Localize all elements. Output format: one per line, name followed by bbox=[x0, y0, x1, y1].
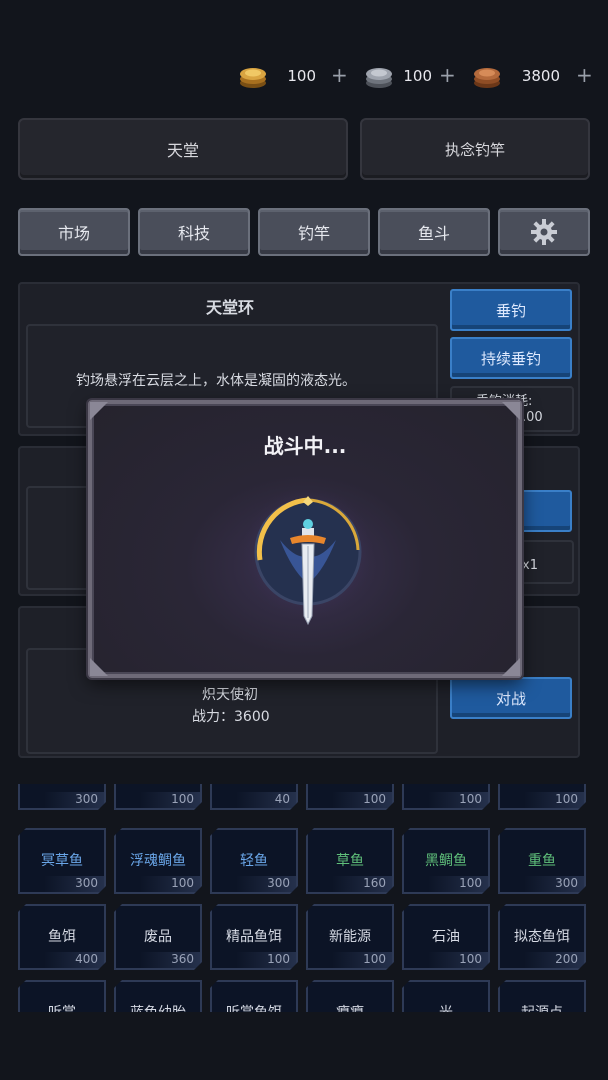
inventory-item[interactable]: 浮魂鲷鱼 100 bbox=[114, 828, 202, 894]
modal-corner-decoration bbox=[502, 658, 520, 676]
inventory-item[interactable]: 100 bbox=[306, 784, 394, 810]
nav-tech-button[interactable]: 科技 bbox=[138, 208, 250, 256]
inventory-item[interactable]: 起源点 bbox=[498, 980, 586, 1012]
location-button[interactable]: 天堂 bbox=[18, 118, 348, 180]
cast-button[interactable]: 垂钓 bbox=[450, 289, 572, 331]
inventory-item[interactable]: 重鱼 300 bbox=[498, 828, 586, 894]
currency-bronze: 3800 + bbox=[470, 58, 598, 94]
inventory-item[interactable]: 冥草鱼 300 bbox=[18, 828, 106, 894]
inventory-grid: 300 100 40 100 100 100 冥草鱼 300 浮魂鲷鱼 100 轻鱼… bbox=[18, 784, 590, 1012]
gear-icon bbox=[531, 219, 557, 245]
bronze-add-button[interactable]: + bbox=[576, 63, 593, 87]
fight-button[interactable]: 对战 bbox=[450, 677, 572, 719]
inventory-item[interactable]: 100 bbox=[114, 784, 202, 810]
cost-value: .00 bbox=[522, 410, 543, 425]
inventory-item[interactable]: 黑鲷鱼 100 bbox=[402, 828, 490, 894]
nav-tech-label: 科技 bbox=[177, 224, 210, 243]
inventory-item[interactable]: 瘪瘪 bbox=[306, 980, 394, 1012]
fishing-spot-title: 天堂环 bbox=[206, 298, 255, 317]
fight-label: 对战 bbox=[495, 689, 526, 708]
silver-add-button[interactable]: + bbox=[439, 63, 456, 87]
inventory-item[interactable]: 废品 360 bbox=[114, 904, 202, 970]
cast-label: 垂钓 bbox=[495, 301, 526, 320]
auto-cast-button[interactable]: 持续垂钓 bbox=[450, 337, 572, 379]
bronze-coin-icon bbox=[474, 68, 500, 88]
bronze-amount: 3800 bbox=[521, 67, 560, 85]
modal-corner-decoration bbox=[90, 402, 108, 420]
nav-market-button[interactable]: 市场 bbox=[18, 208, 130, 256]
settings-button[interactable] bbox=[498, 208, 590, 256]
inventory-item[interactable]: 拟态鱼饵 200 bbox=[498, 904, 586, 970]
nav-rod-label: 钓竿 bbox=[297, 224, 330, 243]
inventory-item[interactable]: 听赏鱼饵 bbox=[210, 980, 298, 1012]
rod-button[interactable]: 执念钓竿 bbox=[360, 118, 590, 180]
location-label: 天堂 bbox=[166, 141, 199, 160]
enemy-power: 战力：3600 bbox=[192, 709, 270, 725]
inventory-item[interactable]: 300 bbox=[18, 784, 106, 810]
inventory-item[interactable]: 40 bbox=[210, 784, 298, 810]
fishing-desc: 钓场悬浮在云层之上，水体是凝固的液态光。 bbox=[76, 373, 356, 389]
auto-cast-label: 持续垂钓 bbox=[480, 349, 541, 368]
inventory-item[interactable]: 光 bbox=[402, 980, 490, 1012]
inventory-item[interactable]: 轻鱼 300 bbox=[210, 828, 298, 894]
currency-gold: 100 + bbox=[236, 58, 351, 94]
gold-coin-icon bbox=[240, 68, 266, 88]
inventory-item[interactable]: 精品鱼饵 100 bbox=[210, 904, 298, 970]
inventory-item[interactable]: 石油 100 bbox=[402, 904, 490, 970]
inventory-item[interactable]: 草鱼 160 bbox=[306, 828, 394, 894]
bottom-area bbox=[0, 1012, 608, 1080]
inventory-item[interactable]: 听赏 bbox=[18, 980, 106, 1012]
inventory-item[interactable]: 蓝色幼胎 bbox=[114, 980, 202, 1012]
nav-fish-fight-button[interactable]: 鱼斗 bbox=[378, 208, 490, 256]
inventory-item[interactable]: 鱼饵 400 bbox=[18, 904, 106, 970]
nav-market-label: 市场 bbox=[57, 224, 90, 243]
battle-modal: 战斗中... bbox=[88, 400, 522, 678]
gold-add-button[interactable]: + bbox=[331, 63, 348, 87]
inventory-item[interactable]: 新能源 100 bbox=[306, 904, 394, 970]
silver-coin-icon bbox=[366, 68, 392, 88]
currency-bar: 100 + 100 + 3800 + bbox=[0, 58, 608, 94]
middle-partial-text: x1 bbox=[522, 558, 538, 573]
gold-amount: 100 bbox=[287, 67, 316, 85]
rod-label: 执念钓竿 bbox=[444, 140, 505, 159]
modal-corner-decoration bbox=[502, 402, 520, 420]
inventory-item[interactable]: 100 bbox=[402, 784, 490, 810]
modal-title: 战斗中... bbox=[263, 434, 347, 458]
modal-corner-decoration bbox=[90, 658, 108, 676]
currency-silver: 100 + bbox=[362, 58, 472, 94]
nav-rod-button[interactable]: 钓竿 bbox=[258, 208, 370, 256]
nav-fish-fight-label: 鱼斗 bbox=[417, 224, 450, 243]
sword-shield-icon bbox=[242, 490, 374, 626]
enemy-name: 炽天使初 bbox=[202, 687, 258, 703]
silver-amount: 100 bbox=[403, 67, 432, 85]
inventory-item[interactable]: 100 bbox=[498, 784, 586, 810]
